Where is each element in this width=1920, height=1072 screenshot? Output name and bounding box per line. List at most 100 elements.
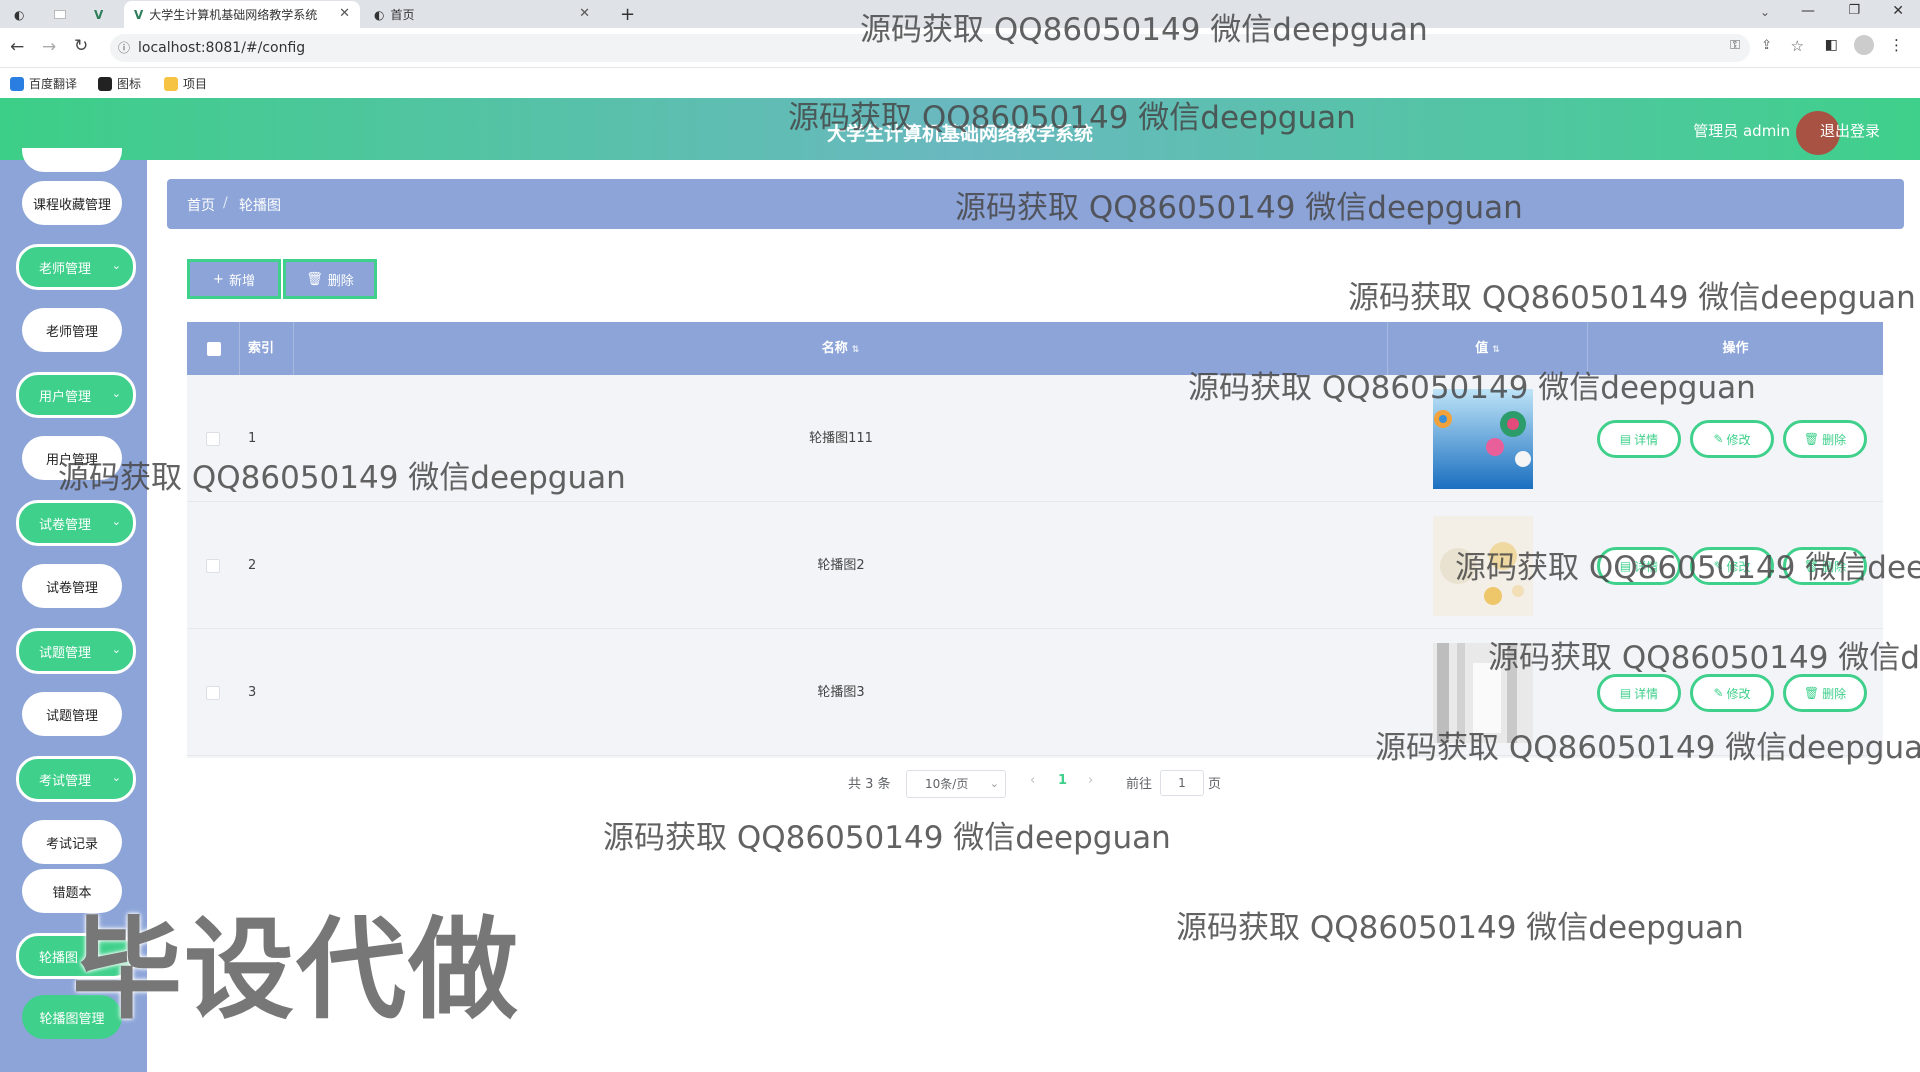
bookmark-label: 图标 (117, 77, 142, 91)
vue-logo-icon: V (134, 7, 144, 22)
next-page-icon[interactable]: › (1088, 773, 1093, 788)
bookmark-icons[interactable]: 图标 (98, 75, 141, 92)
sidebar-group-label: 试题管理 (39, 645, 92, 661)
page-number-current[interactable]: 1 (1058, 773, 1067, 788)
key-icon[interactable]: ⚿ (1730, 38, 1740, 53)
breadcrumb-separator: / (223, 195, 228, 211)
browser-profile-tab[interactable]: ◐ (4, 1, 44, 28)
edit-label: 修改 (1726, 432, 1751, 447)
profile-avatar[interactable] (1854, 35, 1874, 55)
goto-suffix: 页 (1208, 777, 1222, 792)
url-text: localhost:8081/#/config (138, 40, 306, 56)
watermark-text: 源码获取 QQ86050149 微信deepguan (860, 12, 1428, 48)
close-tab-icon[interactable]: ✕ (339, 6, 350, 21)
tab-home[interactable]: ◐ 首页 ✕ (364, 1, 600, 28)
window-close-icon[interactable]: ✕ (1892, 3, 1904, 19)
sidebar-group-teachers[interactable]: 老师管理 ⌄ (16, 244, 136, 290)
row-checkbox[interactable] (206, 686, 220, 700)
sort-icon[interactable]: ⇅ (852, 345, 860, 355)
bookmark-label: 项目 (183, 77, 208, 91)
edit-icon: ✎ (1713, 686, 1724, 700)
prev-page-icon[interactable]: ‹ (1030, 773, 1035, 788)
sidebar-item-teachers[interactable]: 老师管理 (22, 308, 122, 352)
watermark-text: 源码获取 QQ86050149 微信deepguan (603, 820, 1171, 856)
breadcrumb-home[interactable]: 首页 (187, 195, 215, 215)
info-icon[interactable]: ⓘ (118, 34, 130, 62)
edit-label: 修改 (1726, 686, 1751, 701)
row-checkbox[interactable] (206, 559, 220, 573)
edit-button[interactable]: ✎ 修改 (1690, 420, 1774, 458)
sidebar-item-exam-records[interactable]: 考试记录 (22, 820, 122, 864)
menu-kebab-icon[interactable]: ⋮ (1889, 36, 1904, 54)
new-tab-button[interactable]: + (610, 1, 640, 28)
watermark-text: 源码获取 QQ86050149 微信deepguan (1348, 280, 1916, 316)
column-value-label: 值 (1475, 341, 1489, 356)
breadcrumb-current: 轮播图 (239, 198, 281, 214)
restore-icon[interactable]: ❐ (1848, 3, 1860, 18)
delete-label: 删除 (1822, 686, 1847, 701)
chevron-down-icon: ⌄ (111, 387, 121, 400)
select-all-checkbox[interactable] (207, 342, 221, 356)
row-name: 轮播图3 (817, 685, 865, 700)
sidebar-group-papers[interactable]: 试卷管理 ⌄ (16, 500, 136, 546)
watermark-text: 源码获取 QQ86050149 微信deepguan (1488, 640, 1920, 676)
goto-prefix: 前往 (1126, 777, 1153, 792)
sidebar-item-questions[interactable]: 试题管理 (22, 692, 122, 736)
sidebar-item-course-favorites[interactable]: 课程收藏管理 (22, 181, 122, 225)
detail-button[interactable]: ▤ 详情 (1597, 674, 1681, 712)
row-delete-button[interactable]: 🗑 删除 (1783, 420, 1867, 458)
watermark-text: 源码获取 QQ86050149 微信deepguan (1375, 730, 1920, 766)
chevron-down-icon: ⌄ (111, 515, 121, 528)
tab-title: 首页 (390, 8, 415, 22)
document-icon: ▤ (1619, 432, 1632, 446)
bookmark-baidu-translate[interactable]: 百度翻译 (10, 75, 77, 92)
share-icon[interactable]: ⇪ (1761, 38, 1772, 53)
add-button[interactable]: + 新增 (187, 259, 281, 299)
detail-label: 详情 (1634, 686, 1659, 701)
tab-title: 大学生计算机基础网络教学系统 (149, 8, 318, 22)
goto-page-input[interactable]: 1 (1160, 770, 1204, 796)
blank-page-icon (54, 10, 66, 19)
forward-icon[interactable]: → (42, 37, 56, 57)
sidebar-item-partial[interactable] (22, 148, 122, 172)
pinned-tab[interactable] (44, 1, 80, 28)
logout-button[interactable]: 退出登录 (1820, 120, 1880, 141)
detail-button[interactable]: ▤ 详情 (1597, 420, 1681, 458)
trash-icon: 🗑 (306, 271, 323, 287)
reload-icon[interactable]: ↻ (74, 36, 88, 56)
back-icon[interactable]: ← (10, 37, 24, 57)
chevron-down-icon: ⌄ (111, 643, 121, 656)
page-size-value: 10条/页 (925, 777, 969, 791)
sidebar-item-papers[interactable]: 试卷管理 (22, 564, 122, 608)
pinned-vue-tab[interactable]: V (84, 1, 120, 28)
sidepanel-icon[interactable]: ◧ (1825, 37, 1838, 53)
star-icon[interactable]: ☆ (1791, 37, 1804, 55)
watermark-big-text: 毕设代做 (72, 906, 520, 1034)
edit-button[interactable]: ✎ 修改 (1690, 674, 1774, 712)
row-checkbox[interactable] (206, 432, 220, 446)
delete-button[interactable]: 🗑 删除 (283, 259, 377, 299)
detail-label: 详情 (1634, 432, 1659, 447)
plus-icon: + (213, 271, 224, 287)
row-name: 轮播图2 (817, 558, 865, 573)
column-index: 索引 (240, 322, 294, 375)
watermark-text: 源码获取 QQ86050149 微信deepguan (1455, 550, 1920, 586)
bookmark-project[interactable]: 项目 (164, 75, 207, 92)
folder-icon (164, 76, 178, 91)
tab-search-icon[interactable]: ⌄ (1760, 5, 1770, 19)
minimize-icon[interactable]: — (1801, 3, 1815, 19)
trash-icon: 🗑 (1803, 686, 1820, 700)
row-delete-button[interactable]: 🗑 删除 (1783, 674, 1867, 712)
sidebar-group-label: 老师管理 (39, 261, 92, 277)
tab-active[interactable]: V 大学生计算机基础网络教学系统 ✕ (124, 1, 360, 28)
page-size-select[interactable]: 10条/页 ⌄ (906, 770, 1006, 798)
sort-icon[interactable]: ⇅ (1492, 345, 1500, 355)
watermark-text: 源码获取 QQ86050149 微信deepguan (788, 100, 1356, 136)
sidebar-group-users[interactable]: 用户管理 ⌄ (16, 372, 136, 418)
sidebar-group-label: 用户管理 (39, 389, 92, 405)
document-icon: ▤ (1619, 686, 1632, 700)
row-index: 3 (248, 685, 257, 700)
watermark-text: 源码获取 QQ86050149 微信deepguan (1176, 910, 1744, 946)
sidebar-group-questions[interactable]: 试题管理 ⌄ (16, 628, 136, 674)
close-tab-icon[interactable]: ✕ (579, 6, 590, 21)
